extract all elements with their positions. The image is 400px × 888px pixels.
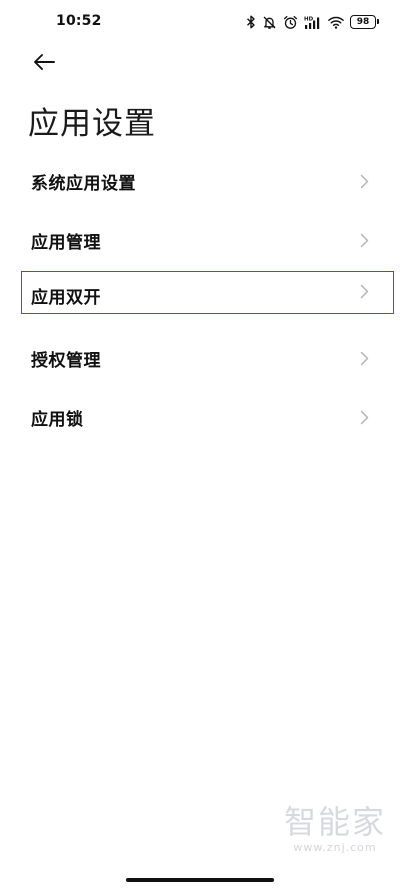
chevron-right-icon	[358, 233, 370, 249]
menu-item-app-management[interactable]: 应用管理	[0, 211, 400, 270]
app-settings-screen: 10:52 HD 98 应用设置 系统应用设置 应用管理 应用双开 授权管理 应…	[0, 0, 400, 888]
watermark-url: www.znj.com	[293, 841, 377, 854]
page-title: 应用设置	[28, 106, 156, 142]
home-indicator[interactable]	[126, 878, 274, 882]
chevron-right-icon	[358, 283, 370, 299]
watermark: 智能家 www.znj.com	[284, 806, 386, 854]
menu-item-label: 应用双开	[31, 288, 101, 308]
chevron-right-icon	[358, 351, 370, 367]
settings-menu-list: 系统应用设置 应用管理 应用双开 授权管理 应用锁	[0, 152, 400, 447]
chevron-right-icon	[358, 174, 370, 190]
alarm-icon	[283, 15, 298, 30]
menu-item-label: 系统应用设置	[31, 174, 136, 194]
battery-level: 98	[356, 16, 370, 27]
menu-item-label: 授权管理	[31, 351, 101, 371]
back-button[interactable]	[28, 50, 60, 78]
bluetooth-icon	[246, 15, 256, 29]
svg-text:HD: HD	[304, 16, 314, 22]
menu-item-label: 应用锁	[31, 410, 84, 430]
menu-item-dual-apps[interactable]: 应用双开	[0, 270, 400, 329]
wifi-icon	[328, 16, 344, 29]
menu-item-label: 应用管理	[31, 233, 101, 253]
hd-signal-icon: HD	[304, 15, 322, 30]
status-icons: HD 98	[246, 12, 379, 32]
status-bar: 10:52 HD 98	[0, 0, 400, 44]
battery-icon: 98	[350, 15, 379, 29]
menu-item-system-app-settings[interactable]: 系统应用设置	[0, 152, 400, 211]
chevron-right-icon	[358, 410, 370, 426]
mute-icon	[262, 15, 277, 30]
status-time: 10:52	[56, 13, 102, 29]
arrow-left-icon	[32, 53, 56, 75]
menu-item-permissions[interactable]: 授权管理	[0, 329, 400, 388]
menu-item-app-lock[interactable]: 应用锁	[0, 388, 400, 447]
watermark-logo: 智能家	[283, 803, 386, 841]
